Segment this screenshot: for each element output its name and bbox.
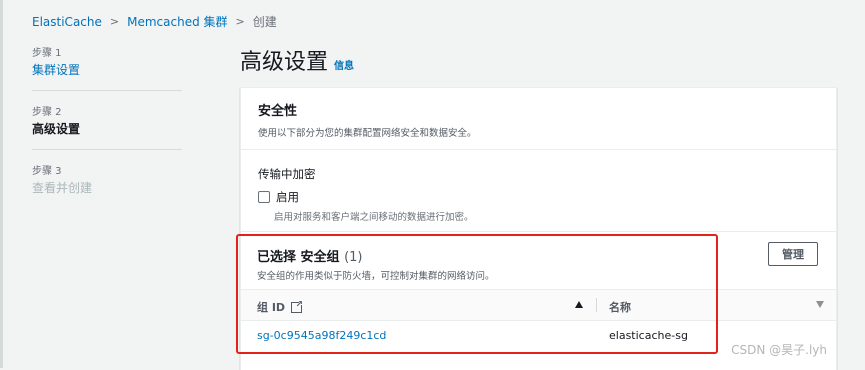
enable-encryption-row[interactable]: 启用 [258,189,474,205]
security-group-id-link[interactable]: sg-0c9545a98f249c1cd [257,329,386,342]
security-description: 使用以下部分为您的集群配置网络安全和数据安全。 [258,128,477,139]
divider [32,149,182,150]
breadcrumb: ElastiCache > Memcached 集群 > 创建 [32,13,277,30]
security-groups-title-text: 已选择 安全组 [257,250,340,265]
enable-encryption-checkbox[interactable] [258,191,270,203]
page-title-text: 高级设置 [240,50,329,75]
security-groups-title: 已选择 安全组 (1) [257,246,362,265]
chevron-right-icon: > [235,15,245,28]
table-header: 组 ID ↗ 名称 [241,289,836,321]
sort-ascending-icon[interactable] [575,301,583,308]
column-divider [596,298,597,312]
step-1: 步骤 1 集群设置 [32,44,182,78]
divider [32,90,182,91]
page-title: 高级设置 信息 [240,44,354,76]
security-groups-count: (1) [344,250,363,265]
encryption-section: 传输中加密 启用 启用对服务和客户端之间移动的数据进行加密。 [258,166,474,223]
security-group-name: elasticache-sg [609,329,688,342]
security-header: 安全性 使用以下部分为您的集群配置网络安全和数据安全。 [241,88,836,150]
external-link-icon[interactable]: ↗ [291,299,305,313]
step-current-advanced-settings: 高级设置 [32,122,81,136]
enable-label[interactable]: 启用 [276,189,299,205]
step-3: 步骤 3 查看并创建 [32,162,182,196]
enable-description: 启用对服务和客户端之间移动的数据进行加密。 [274,212,474,223]
left-border [0,0,3,368]
step-number: 步骤 2 [32,107,62,118]
step-number: 步骤 3 [32,166,62,177]
step-2: 步骤 2 高级设置 [32,103,182,137]
column-header-name[interactable]: 名称 [609,299,631,315]
encryption-label: 传输中加密 [258,167,316,181]
breadcrumb-current: 创建 [252,15,277,29]
sort-descending-icon[interactable] [816,301,824,308]
watermark: CSDN @昊子.lyh [731,343,827,357]
column-header-group-id[interactable]: 组 ID ↗ [257,299,305,315]
wizard-steps: 步骤 1 集群设置 步骤 2 高级设置 步骤 3 查看并创建 [32,44,182,196]
security-title: 安全性 [258,104,298,119]
breadcrumb-elasticache[interactable]: ElastiCache [32,15,102,29]
column-header-label: 组 ID [257,301,286,314]
step-number: 步骤 1 [32,48,62,59]
step-link-cluster-settings[interactable]: 集群设置 [32,61,182,78]
column-header-label: 名称 [609,301,631,314]
info-link[interactable]: 信息 [334,57,354,72]
security-groups-description: 安全组的作用类似于防火墙，可控制对集群的网络访问。 [257,271,495,282]
chevron-right-icon: > [109,15,120,28]
breadcrumb-memcached[interactable]: Memcached 集群 [127,13,227,30]
settings-container: 安全性 使用以下部分为您的集群配置网络安全和数据安全。 传输中加密 启用 启用对… [240,87,837,370]
step-review-create: 查看并创建 [32,181,93,195]
manage-button[interactable]: 管理 [768,242,818,266]
